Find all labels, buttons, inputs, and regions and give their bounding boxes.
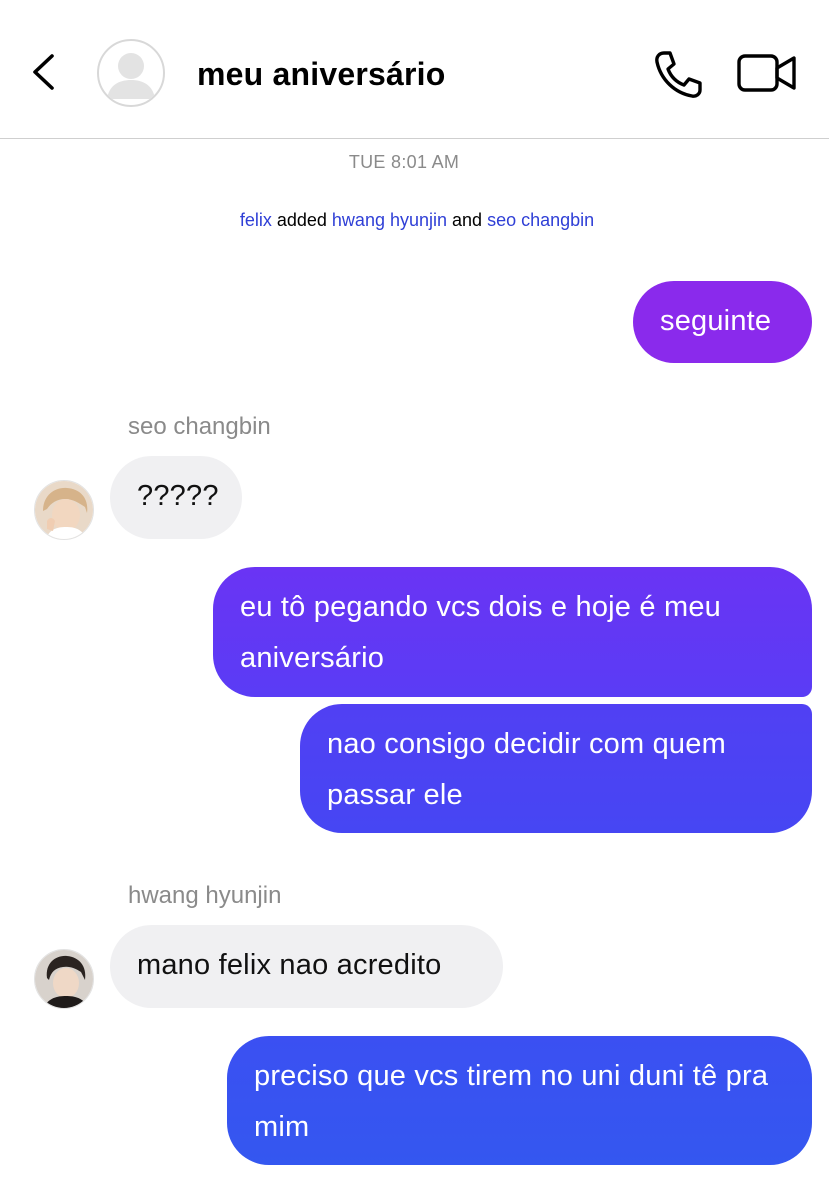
- chevron-left-icon: [33, 54, 54, 90]
- system-message: felix added hwang hyunjin and seo changb…: [0, 207, 829, 233]
- chat-header: meu aniversário: [0, 0, 829, 139]
- message-bubble-outgoing[interactable]: preciso que vcs tirem no uni duni tê pra…: [227, 1036, 812, 1165]
- sender-label: hwang hyunjin: [128, 882, 282, 909]
- message-bubble-outgoing[interactable]: eu tô pegando vcs dois e hoje é meu aniv…: [213, 567, 812, 697]
- chat-title[interactable]: meu aniversário: [197, 54, 445, 94]
- message-timestamp: TUE 8:01 AM: [348, 152, 460, 172]
- back-button[interactable]: [22, 50, 66, 94]
- system-added-user-2[interactable]: seo changbin: [487, 210, 594, 230]
- video-call-button[interactable]: [736, 53, 798, 93]
- system-added-user-1[interactable]: hwang hyunjin: [332, 210, 447, 230]
- system-conjunction: and: [452, 210, 483, 230]
- phone-icon: [655, 51, 702, 98]
- message-bubble-incoming[interactable]: mano felix nao acredito: [110, 925, 503, 1008]
- system-verb: added: [276, 210, 327, 230]
- user-photo-icon: [35, 481, 93, 539]
- video-camera-icon: [737, 54, 796, 92]
- voice-call-button[interactable]: [652, 49, 704, 99]
- group-avatar-placeholder-icon: [107, 53, 155, 99]
- message-bubble-outgoing[interactable]: nao consigo decidir com quem passar ele: [300, 704, 812, 833]
- sender-label: seo changbin: [128, 413, 271, 440]
- avatar[interactable]: [34, 480, 94, 540]
- message-bubble-outgoing[interactable]: seguinte: [633, 281, 812, 363]
- message-bubble-incoming[interactable]: ?????: [110, 456, 242, 539]
- user-photo-icon: [35, 950, 93, 1008]
- group-avatar[interactable]: [97, 39, 165, 107]
- avatar[interactable]: [34, 949, 94, 1009]
- system-actor-name[interactable]: felix: [240, 210, 272, 230]
